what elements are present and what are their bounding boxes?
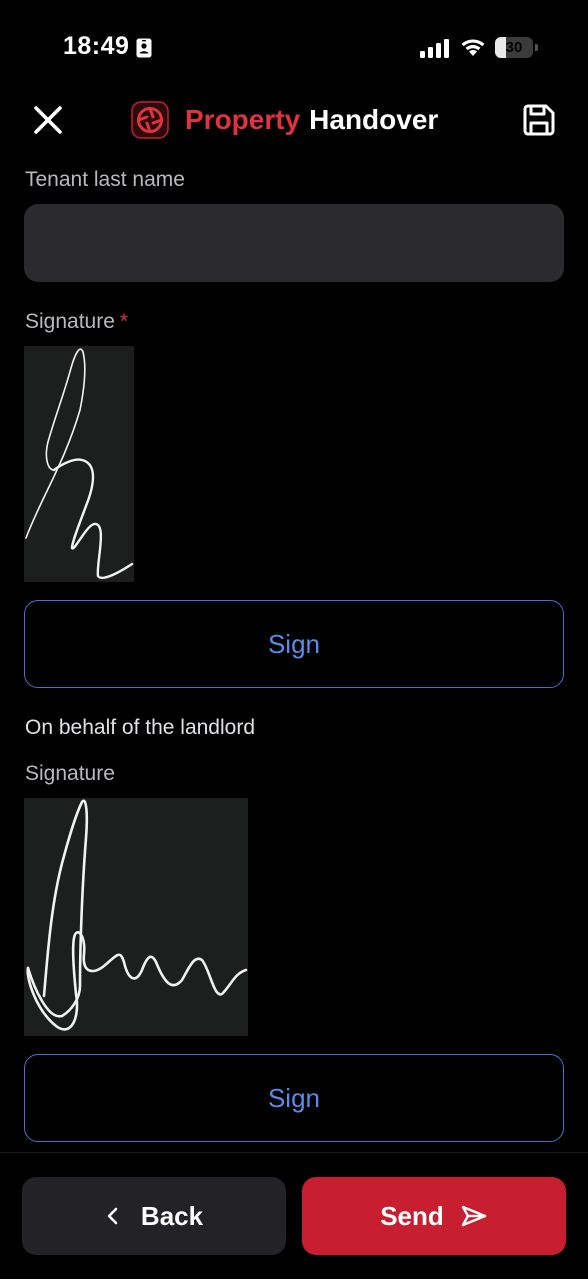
battery-body: 30 <box>495 37 533 58</box>
send-icon <box>461 1205 486 1227</box>
battery-cap <box>535 44 538 51</box>
battery-icon: 30 <box>495 37 539 59</box>
landlord-sign-button[interactable]: Sign <box>24 1054 564 1142</box>
close-icon[interactable] <box>28 100 68 140</box>
chevron-left-icon <box>107 1207 118 1225</box>
send-button-label: Send <box>380 1200 444 1231</box>
status-time: 18:49 <box>63 32 130 60</box>
tenant-signature-image <box>24 346 134 582</box>
id-card-icon <box>136 38 152 58</box>
landlord-sign-button-label: Sign <box>267 1082 321 1113</box>
landlord-section-label: On behalf of the landlord <box>25 716 255 739</box>
save-icon[interactable] <box>519 100 559 140</box>
landlord-signature-label: Signature <box>25 762 115 785</box>
back-button[interactable]: Back <box>22 1177 286 1255</box>
title-accent: Property <box>185 104 301 135</box>
back-button-label: Back <box>140 1200 204 1231</box>
tenant-signature-label: Signature * <box>25 310 128 334</box>
tenant-last-name-input[interactable] <box>24 204 564 282</box>
tenant-last-name-label: Tenant last name <box>25 168 185 191</box>
title-main: Handover <box>309 104 439 135</box>
required-mark: * <box>119 310 129 333</box>
send-button[interactable]: Send <box>302 1177 566 1255</box>
status-bar: 18:49 30 <box>0 0 588 90</box>
cellular-signal-icon <box>420 39 449 58</box>
footer: Back Send <box>0 1152 588 1279</box>
page-title: Property Handover <box>131 100 438 140</box>
tenant-sign-button[interactable]: Sign <box>24 600 564 688</box>
landlord-signature-image <box>24 798 248 1036</box>
app-logo-icon <box>131 101 169 139</box>
tenant-sign-button-label: Sign <box>267 628 321 659</box>
tenant-signature-label-text: Signature <box>25 310 115 333</box>
wifi-icon <box>461 39 485 56</box>
battery-label: 30 <box>505 39 523 56</box>
header: Property Handover <box>0 90 588 150</box>
